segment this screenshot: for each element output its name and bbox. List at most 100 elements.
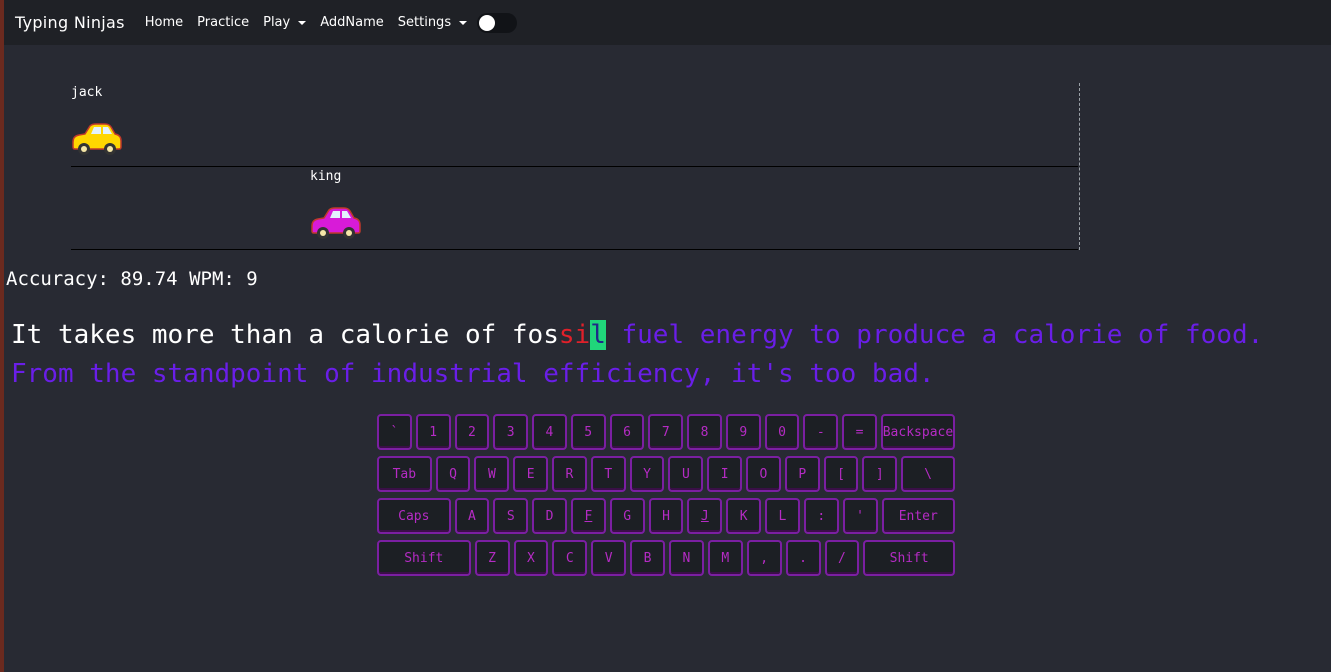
key-char[interactable]: ]: [862, 456, 898, 492]
nav-home-label: Home: [144, 15, 184, 30]
key-label: B: [643, 550, 652, 566]
key-char[interactable]: P: [784, 456, 820, 492]
racer-name: jack: [71, 85, 103, 100]
key-char[interactable]: R: [552, 456, 587, 492]
virtual-keyboard: ` 1 2 3 4 5 6 7 8 9 0 - = Backspace Tab Q W E R T Y U I O P [] \ Ca…: [377, 414, 959, 582]
key-backspace[interactable]: Backspace: [880, 414, 955, 450]
key-label: 7: [661, 424, 670, 440]
key-char[interactable]: 3: [493, 414, 529, 450]
key-char[interactable]: ,: [746, 540, 782, 576]
keyboard-row: Caps A S D F G H J K L: ' Enter: [377, 498, 959, 534]
nav-play-label: Play: [263, 15, 291, 30]
key-char[interactable]: =: [842, 414, 877, 450]
key-char[interactable]: K: [726, 498, 762, 534]
key-char[interactable]: `: [377, 414, 412, 450]
key-char[interactable]: E: [513, 456, 549, 492]
key-label: 0: [778, 424, 786, 440]
key-label: D: [545, 508, 554, 524]
key-label: .: [799, 550, 807, 566]
key-char[interactable]: D: [532, 498, 567, 534]
key-char[interactable]: J: [687, 498, 723, 534]
key-label: 1: [429, 424, 438, 440]
key-char[interactable]: Y: [629, 456, 665, 492]
key-char[interactable]: 8: [687, 414, 722, 450]
key-label: P: [798, 466, 807, 482]
key-label: -: [816, 424, 825, 440]
key-char[interactable]: ': [842, 498, 878, 534]
toggle-knob: [479, 14, 496, 31]
key-label: L: [778, 508, 787, 524]
key-char[interactable]: G: [609, 498, 645, 534]
race-lane-king: king: [71, 167, 1078, 250]
brand-title[interactable]: Typing Ninjas: [15, 13, 125, 32]
key-char[interactable]: X: [513, 540, 549, 576]
theme-toggle[interactable]: [477, 12, 518, 33]
key-char[interactable]: /: [824, 540, 860, 576]
nav-practice-label: Practice: [197, 15, 250, 30]
key-enter[interactable]: Enter: [881, 498, 956, 534]
key-label: 8: [700, 424, 709, 440]
key-char[interactable]: :: [803, 498, 839, 534]
car-part: [320, 230, 326, 236]
key-tab[interactable]: Tab: [377, 456, 432, 492]
key-label: Enter: [898, 508, 938, 524]
key-label: [: [837, 466, 845, 482]
nav-play-dropdown[interactable]: Play: [263, 15, 307, 30]
key-char[interactable]: \: [901, 456, 955, 492]
key-char[interactable]: 4: [532, 414, 567, 450]
key-char[interactable]: .: [785, 540, 821, 576]
key-char[interactable]: I: [707, 456, 743, 492]
key-label: R: [565, 466, 574, 482]
car-part: [107, 146, 113, 152]
key-shift[interactable]: Shift: [863, 540, 956, 576]
key-char[interactable]: 5: [570, 414, 606, 450]
key-char[interactable]: W: [474, 456, 510, 492]
key-char[interactable]: 7: [648, 414, 684, 450]
key-label: Y: [643, 466, 651, 482]
key-char[interactable]: H: [648, 498, 684, 534]
key-char[interactable]: B: [630, 540, 665, 576]
key-char[interactable]: U: [668, 456, 704, 492]
key-char[interactable]: A: [454, 498, 490, 534]
keyboard-row: Tab Q W E R T Y U I O P [] \: [377, 456, 959, 492]
nav-settings-dropdown[interactable]: Settings: [397, 15, 468, 30]
key-char[interactable]: [: [823, 456, 859, 492]
key-char[interactable]: O: [746, 456, 781, 492]
nav-home[interactable]: Home: [145, 15, 183, 30]
key-char[interactable]: F: [571, 498, 606, 534]
key-char[interactable]: M: [707, 540, 743, 576]
key-char[interactable]: Q: [435, 456, 471, 492]
car-icon: [311, 207, 361, 239]
key-char[interactable]: 6: [609, 414, 645, 450]
accuracy-value: 89.74: [120, 268, 178, 290]
key-caps[interactable]: Caps: [377, 498, 451, 534]
key-label: 6: [623, 424, 631, 440]
key-char[interactable]: -: [803, 414, 839, 450]
key-char[interactable]: 9: [725, 414, 761, 450]
key-char[interactable]: V: [591, 540, 627, 576]
key-char[interactable]: 2: [454, 414, 490, 450]
keyboard-row: ` 1 2 3 4 5 6 7 8 9 0 - = Backspace: [377, 414, 959, 450]
nav-settings-label: Settings: [397, 15, 452, 30]
nav-addname[interactable]: AddName: [320, 15, 384, 30]
racer-name: king: [310, 169, 342, 184]
key-label: I: [720, 466, 729, 482]
key-char[interactable]: T: [590, 456, 626, 492]
typing-passage[interactable]: It takes more than a calorie of fossil f…: [11, 316, 1311, 394]
nav-practice[interactable]: Practice: [197, 15, 249, 30]
keyboard-row: Shift Z X C V B N M,. / Shift: [377, 540, 959, 576]
key-char[interactable]: 1: [415, 414, 451, 450]
car-icon: [72, 123, 122, 155]
key-label: :: [817, 508, 826, 524]
key-label: C: [565, 550, 574, 566]
car-part: [346, 230, 352, 236]
key-char[interactable]: Z: [474, 540, 510, 576]
key-char[interactable]: 0: [764, 414, 800, 450]
key-shift[interactable]: Shift: [377, 540, 471, 576]
key-char[interactable]: L: [765, 498, 800, 534]
key-char[interactable]: S: [493, 498, 529, 534]
key-char[interactable]: C: [552, 540, 588, 576]
key-label: H: [662, 508, 670, 524]
key-label: 5: [584, 424, 593, 440]
key-char[interactable]: N: [669, 540, 704, 576]
